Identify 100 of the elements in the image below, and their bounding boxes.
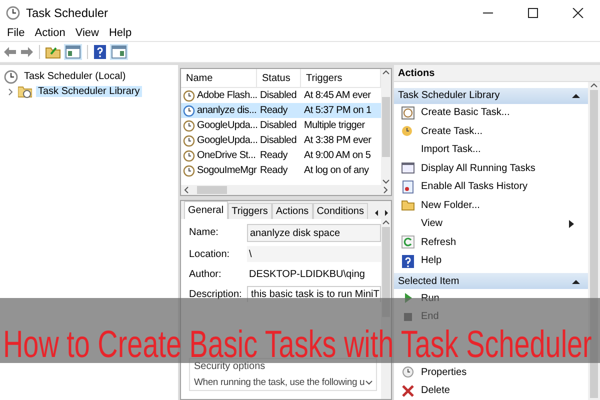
task-name: SogouImeMgr xyxy=(197,165,257,176)
task-trigger: Multiple trigger xyxy=(303,120,366,131)
input-field[interactable]: ananlyze disk space xyxy=(247,224,381,242)
task-trigger: At 9:00 AM on 5 xyxy=(303,150,372,161)
clock-icon xyxy=(183,120,195,132)
clock-icon xyxy=(183,134,195,146)
banner-title-overlay: How to Create Basic Tasks with Task Scheduler xyxy=(3,329,592,361)
menu-item[interactable]: Help xyxy=(104,27,137,39)
tree-item[interactable]: Task Scheduler Library xyxy=(36,86,142,97)
tab[interactable]: General xyxy=(184,201,228,219)
tab[interactable]: Triggers xyxy=(228,203,272,219)
pane-icon[interactable] xyxy=(111,45,127,59)
command-link[interactable]: Create Task... xyxy=(421,126,483,137)
command-link[interactable]: View xyxy=(421,218,442,230)
command-link[interactable]: Import Task... xyxy=(421,144,481,156)
command-link[interactable]: Create Basic Task... xyxy=(421,107,510,118)
command-link[interactable]: Refresh xyxy=(421,236,456,248)
pane-icon[interactable] xyxy=(65,45,81,59)
task-status: Ready xyxy=(259,105,289,116)
document-icon xyxy=(401,180,415,194)
scroll-up-icon[interactable] xyxy=(382,69,390,75)
clock-icon xyxy=(401,365,415,380)
menu-item[interactable]: Action xyxy=(30,27,70,39)
task-trigger: At 5:37 PM on 1 xyxy=(303,105,372,116)
task-row[interactable]: ananlyze dis... Ready At 5:37 PM on 1 xyxy=(181,103,381,118)
scroll-up-icon[interactable] xyxy=(590,82,598,88)
folder-icon[interactable] xyxy=(45,45,61,59)
task-row[interactable]: GoogleUpda... Disabled Multiple trigger xyxy=(181,118,381,133)
task-row[interactable]: SogouImeMgr Ready At log on of any xyxy=(181,163,381,178)
delete-icon xyxy=(401,384,415,398)
task-status: Disabled xyxy=(259,120,298,131)
task-status: Ready xyxy=(259,150,289,161)
section-header[interactable]: Task Scheduler Library xyxy=(394,88,588,104)
window-title: Task Scheduler xyxy=(26,6,108,20)
collapse-icon[interactable] xyxy=(572,93,580,98)
window-icon xyxy=(401,161,415,176)
scroll-right-icon[interactable] xyxy=(383,186,389,194)
maximize-icon xyxy=(526,8,538,18)
section-title: Selected Item xyxy=(398,276,460,287)
task-name: Adobe Flash... xyxy=(197,90,258,101)
scroll-left-icon[interactable] xyxy=(183,186,189,194)
scroll-right-icon[interactable] xyxy=(382,207,391,219)
help-icon[interactable] xyxy=(93,44,107,60)
folder-icon xyxy=(401,198,415,212)
chevron-right-icon[interactable] xyxy=(8,88,14,96)
help-icon xyxy=(401,254,415,268)
task-name: OneDrive St... xyxy=(197,150,256,161)
security-text: When running the task, use the following u xyxy=(194,377,365,388)
task-name: GoogleUpda... xyxy=(197,120,258,131)
field-label: Description: xyxy=(189,288,243,302)
task-row[interactable]: OneDrive St... Ready At 9:00 AM on 5 xyxy=(181,148,381,163)
command-link[interactable]: Delete xyxy=(421,385,450,396)
section-header[interactable]: Selected Item xyxy=(394,273,588,289)
command-link[interactable]: Display All Running Tasks xyxy=(421,162,536,174)
tab[interactable]: Actions xyxy=(272,203,313,219)
task-status: Disabled xyxy=(259,135,298,146)
clock-icon xyxy=(183,104,195,116)
folder-clock-icon xyxy=(18,85,32,98)
back-arrow-icon[interactable] xyxy=(3,46,17,58)
collapse-icon[interactable] xyxy=(572,278,580,284)
forward-arrow-icon[interactable] xyxy=(20,46,34,58)
submenu-arrow-icon[interactable] xyxy=(569,220,574,228)
calendar-clock-icon xyxy=(401,106,415,120)
pane-title: Actions xyxy=(394,65,600,82)
scrollbar[interactable] xyxy=(181,185,391,195)
task-row[interactable]: Adobe Flash... Disabled At 8:45 AM ever xyxy=(181,88,381,103)
close-icon xyxy=(572,8,584,18)
clock-icon xyxy=(183,164,195,176)
task-name: GoogleUpda... xyxy=(197,135,258,146)
scroll-thumb[interactable] xyxy=(197,186,227,194)
chevron-down-icon[interactable] xyxy=(364,380,373,386)
menu-item[interactable]: View xyxy=(70,27,104,39)
scroll-down-icon[interactable] xyxy=(382,179,390,185)
command-link[interactable]: Help xyxy=(421,255,442,266)
menu-item[interactable]: File xyxy=(2,27,30,39)
clock-icon xyxy=(183,150,195,162)
command-link[interactable]: New Folder... xyxy=(421,200,480,211)
column-header[interactable]: Status xyxy=(257,69,301,87)
field-value: DESKTOP-LDIDKBU\qing xyxy=(248,268,366,282)
input-field[interactable]: \ xyxy=(247,246,381,262)
task-row[interactable]: GoogleUpda... Disabled At 3:38 PM ever xyxy=(181,133,381,148)
command-link[interactable]: Properties xyxy=(421,366,467,378)
field-label: Name: xyxy=(189,226,220,240)
clock-icon xyxy=(4,70,18,84)
task-trigger: At 3:38 PM ever xyxy=(303,135,372,146)
refresh-icon xyxy=(401,235,415,250)
task-trigger: At log on of any xyxy=(303,165,370,176)
column-header[interactable]: Name xyxy=(181,69,257,87)
clock-icon xyxy=(183,90,195,102)
scrollbar[interactable] xyxy=(381,69,391,185)
task-status: Disabled xyxy=(259,90,298,101)
tree-item[interactable]: Task Scheduler (Local) xyxy=(22,71,128,82)
command-link[interactable]: Enable All Tasks History xyxy=(421,181,528,192)
scroll-up-icon[interactable] xyxy=(382,219,390,225)
tab[interactable]: Conditions xyxy=(312,203,368,219)
clock-icon xyxy=(6,6,20,20)
clock-icon xyxy=(401,124,415,138)
section-title: Task Scheduler Library xyxy=(398,90,500,102)
task-status: Ready xyxy=(259,165,289,176)
field-label: Location: xyxy=(189,248,231,262)
